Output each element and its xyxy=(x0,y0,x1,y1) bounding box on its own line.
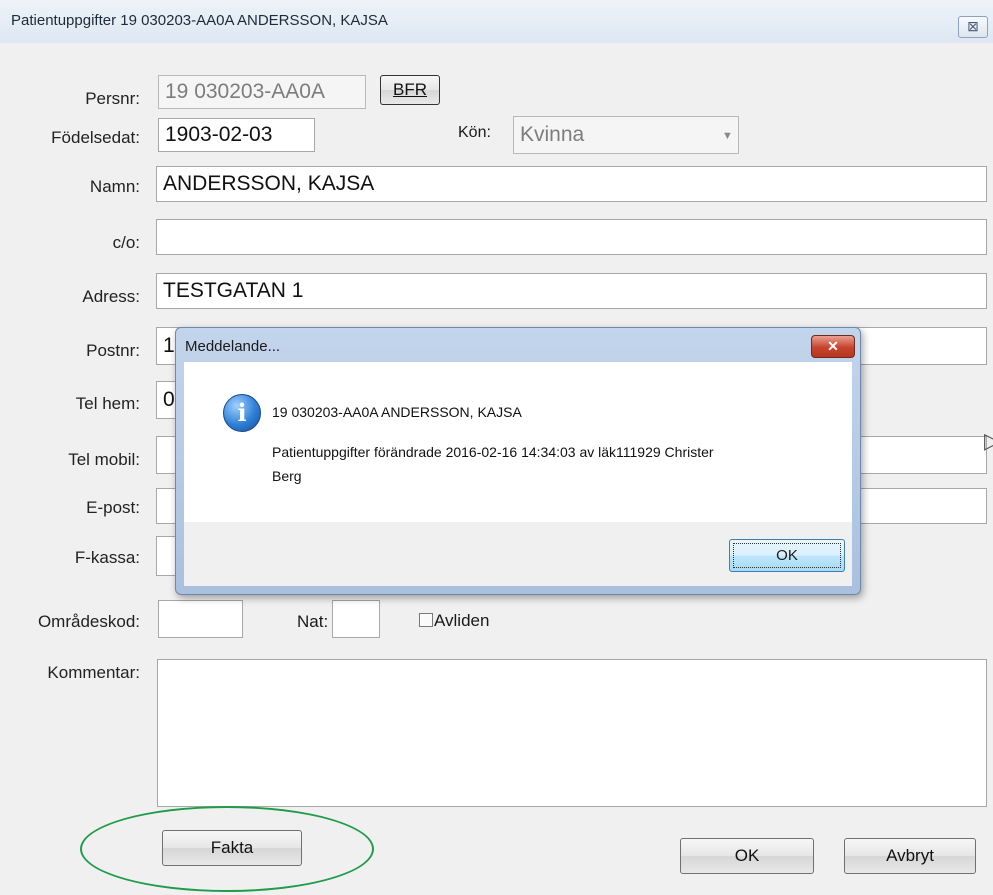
postnr-label: Postnr: xyxy=(86,341,140,360)
namn-label: Namn: xyxy=(89,177,140,196)
persnr-field[interactable]: 19 030203-AA0A xyxy=(158,75,366,109)
info-icon: i xyxy=(223,394,261,432)
epost-label: E-post: xyxy=(86,498,140,517)
fkassa-label: F-kassa: xyxy=(74,548,140,567)
omradeskod-label: Områdeskod: xyxy=(37,612,140,631)
dialog-title: Meddelande... xyxy=(185,338,281,355)
dialog-body: i 19 030203-AA0A ANDERSSON, KAJSA Patien… xyxy=(184,362,852,522)
window-title: Patientuppgifter 19 030203-AA0A ANDERSSO… xyxy=(11,12,388,29)
kommentar-textarea[interactable] xyxy=(157,659,987,807)
co-label: c/o: xyxy=(112,233,140,252)
dialog-close-button[interactable]: ✕ xyxy=(811,335,855,358)
adress-label: Adress: xyxy=(82,287,140,306)
window-close-button[interactable]: ⊠ xyxy=(958,16,988,38)
nat-field[interactable] xyxy=(332,600,380,638)
fodelsedat-label: Födelsedat: xyxy=(51,128,140,147)
omradeskod-field[interactable] xyxy=(158,600,243,638)
persnr-label: Persnr: xyxy=(85,89,140,108)
co-field[interactable] xyxy=(156,219,987,255)
focus-ring xyxy=(733,543,841,568)
dialog-message-line3: Berg xyxy=(272,468,302,484)
ok-button-label: OK xyxy=(734,846,760,865)
kommentar-label: Kommentar: xyxy=(47,663,140,682)
avbryt-button-label: Avbryt xyxy=(886,846,934,865)
dialog-message-line2: Patientuppgifter förändrade 2016-02-16 1… xyxy=(272,444,714,460)
kon-label: Kön: xyxy=(458,124,491,141)
telmobil-label: Tel mobil: xyxy=(68,450,140,469)
kon-select-value: Kvinna xyxy=(520,123,585,146)
adress-field[interactable]: TESTGATAN 1 xyxy=(156,273,987,309)
bfr-button-label: BFR xyxy=(393,80,427,99)
chevron-down-icon: ▼ xyxy=(722,130,733,142)
dialog-ok-button[interactable]: OK xyxy=(729,539,845,572)
ok-button[interactable]: OK xyxy=(680,838,814,874)
fakta-button-label: Fakta xyxy=(210,838,254,857)
window-titlebar: Patientuppgifter 19 030203-AA0A ANDERSSO… xyxy=(0,0,993,44)
telhem-label: Tel hem: xyxy=(75,394,140,413)
fodelsedat-field[interactable]: 1903-02-03 xyxy=(158,118,315,152)
dialog-message-line1: 19 030203-AA0A ANDERSSON, KAJSA xyxy=(272,404,522,420)
message-dialog: Meddelande... ✕ i 19 030203-AA0A ANDERSS… xyxy=(175,327,861,595)
namn-field[interactable]: ANDERSSON, KAJSA xyxy=(156,166,987,202)
kon-select[interactable]: Kvinna ▼ xyxy=(513,116,739,154)
avliden-label: Avliden xyxy=(434,611,490,630)
dialog-footer: OK xyxy=(184,522,852,586)
fakta-button[interactable]: Fakta xyxy=(162,830,302,866)
avliden-checkbox[interactable] xyxy=(419,613,433,627)
avbryt-button[interactable]: Avbryt xyxy=(844,838,976,874)
bfr-button[interactable]: BFR xyxy=(380,75,440,105)
mouse-cursor-icon: ▷ xyxy=(984,428,993,453)
nat-label: Nat: xyxy=(297,612,329,631)
